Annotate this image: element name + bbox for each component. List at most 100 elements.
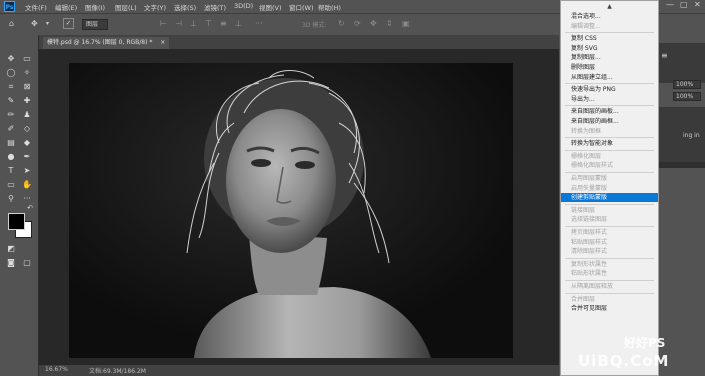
gradient-tool-icon[interactable]: ▤ [4,137,18,149]
watermark-brand: 好好PS [624,336,666,350]
context-menu-item[interactable]: 复制 SVG [561,44,658,53]
context-menu-item[interactable]: 复制图层... [561,53,658,62]
menu-scroll-up-arrow[interactable]: ▲ [561,3,658,10]
align-left-icon[interactable]: ⊢ [160,19,167,28]
canvas-area[interactable] [39,49,559,365]
type-tool-icon[interactable]: T [4,165,18,177]
context-menu-item[interactable]: 删除图层 [561,63,658,72]
rectangle-tool-icon[interactable]: ▭ [4,179,18,191]
document-tab[interactable]: 模特.psd @ 16.7% (图层 0, RGB/8) * × [43,37,170,49]
menu-select[interactable]: 选择(S) [174,2,196,12]
maximize-button[interactable]: ▢ [680,0,688,9]
crop-tool-icon[interactable]: ⌗ [4,81,18,93]
dodge-tool-icon[interactable]: ● [4,151,18,163]
context-menu-item: 清除图层样式 [571,248,608,256]
menu-file[interactable]: 文件(F) [25,2,47,12]
auto-select-dropdown[interactable]: 图层 [82,19,108,30]
history-brush-tool-icon[interactable]: ✐ [4,123,18,135]
menu-separator [565,32,654,34]
opacity-field[interactable]: 100% [673,80,701,89]
menu-image[interactable]: 图像(I) [85,2,105,12]
3d-roll-icon[interactable]: ⟳ [354,19,361,28]
menu-separator [565,292,654,294]
close-window-button[interactable]: ✕ [694,0,701,9]
fill-field[interactable]: 100% [673,92,701,101]
align-bottom-icon[interactable]: ⊥ [235,19,242,28]
screen-mode-icon[interactable]: ▢ [20,257,34,269]
auto-select-value: 图层 [86,21,99,28]
portrait-photo[interactable] [69,63,513,358]
3d-rotate-icon[interactable]: ↻ [338,19,345,28]
context-menu-item[interactable]: 从图层建立组... [561,73,658,82]
context-menu-item[interactable]: 混合选项... [561,12,658,21]
3d-pan-icon[interactable]: ✥ [370,19,377,28]
context-menu-item[interactable]: 转换为智能对象 [561,139,658,148]
home-icon[interactable]: ⌂ [9,19,14,28]
context-menu-item[interactable]: 合并可见图层 [561,304,658,313]
3d-scale-icon[interactable]: ▣ [402,19,410,28]
move-tool-icon[interactable]: ✥ [4,53,18,65]
layer-row[interactable] [659,162,705,168]
lasso-tool-icon[interactable]: ◯ [4,67,18,79]
pen-tool-icon[interactable]: ✒ [20,151,34,163]
align-center-icon[interactable]: ⊣ [175,19,182,28]
align-middle-icon[interactable]: ≡ [220,19,227,28]
menu-separator [565,257,654,259]
context-menu-item[interactable]: 创建剪贴蒙版 [561,193,658,203]
swap-colors-icon[interactable]: ↶ [23,202,37,214]
brush-tool-icon[interactable]: ✏ [4,109,18,121]
path-selection-tool-icon[interactable]: ➤ [20,165,34,177]
tab-close-icon[interactable]: × [160,39,165,46]
stamp-tool-icon[interactable]: ♟ [20,109,34,121]
photoshop-logo-icon: Ps [4,1,15,12]
menu-edit[interactable]: 编辑(E) [55,2,77,12]
menu-type[interactable]: 文字(Y) [144,2,166,12]
quick-mask-icon[interactable]: ◙ [4,257,18,269]
foreground-color-swatch[interactable] [8,213,25,230]
layer-lock-text: ing in [683,132,700,139]
zoom-tool-icon[interactable]: ⚲ [4,193,18,205]
context-menu-item: 粘贴图层样式 [571,238,608,246]
frame-tool-icon[interactable]: ⊠ [20,81,34,93]
magic-wand-tool-icon[interactable]: ✧ [20,67,34,79]
more-options-icon[interactable]: ··· [255,19,263,28]
zoom-level[interactable]: 16.67% [45,366,68,373]
menu-3d[interactable]: 3D(D) [234,2,253,10]
context-menu-item[interactable]: 快速导出为 PNG [561,85,658,94]
watermark-site: UiBQ.CoM [578,352,670,370]
context-menu-item[interactable]: 复制 CSS [561,34,658,43]
default-colors-icon[interactable]: ◩ [4,243,18,255]
auto-select-checkbox[interactable]: ✓ [63,18,74,29]
context-menu-item: 选择链接图层 [571,216,608,224]
menu-help[interactable]: 帮助(H) [318,2,341,12]
context-menu-item[interactable]: 来自图层的画板... [561,107,658,116]
blur-tool-icon[interactable]: ◆ [20,137,34,149]
hand-tool-icon[interactable]: ✋ [20,179,34,191]
3d-mode-label: 3D 模式: [302,22,327,29]
eyedropper-tool-icon[interactable]: ✎ [4,95,18,107]
move-tool-icon[interactable]: ✥ [31,19,38,28]
menu-separator [565,137,654,139]
menu-separator [565,83,654,85]
menu-layer[interactable]: 图层(L) [115,2,137,12]
menu-filter[interactable]: 滤镜(T) [204,2,226,12]
minimize-button[interactable]: — [666,0,674,9]
context-menu-item[interactable]: 导出为... [561,95,658,104]
context-menu-item[interactable]: 来自图层的画框... [561,117,658,126]
context-menu-item: 栅格化图层 [571,152,602,160]
menu-view[interactable]: 视图(V) [259,2,282,12]
align-top-icon[interactable]: ⊤ [205,19,212,28]
eraser-tool-icon[interactable]: ◇ [20,123,34,135]
context-menu-item: 粘贴形状属性 [571,270,608,278]
context-menu-item: 复制形状属性 [571,260,608,268]
chevron-down-icon[interactable]: ▾ [46,20,49,27]
healing-brush-tool-icon[interactable]: ✚ [20,95,34,107]
menu-window[interactable]: 窗口(W) [289,2,314,12]
document-tab-bar: 模特.psd @ 16.7% (图层 0, RGB/8) * × [39,35,559,49]
align-right-icon[interactable]: ⊥ [190,19,197,28]
3d-slide-icon[interactable]: ⇕ [386,19,393,28]
artboard-tool-icon[interactable]: ▭ [20,53,34,65]
menu-separator [565,172,654,173]
panel-menu-icon[interactable]: ≡ [661,51,668,60]
context-menu-item: 启用矢量蒙版 [571,184,608,192]
